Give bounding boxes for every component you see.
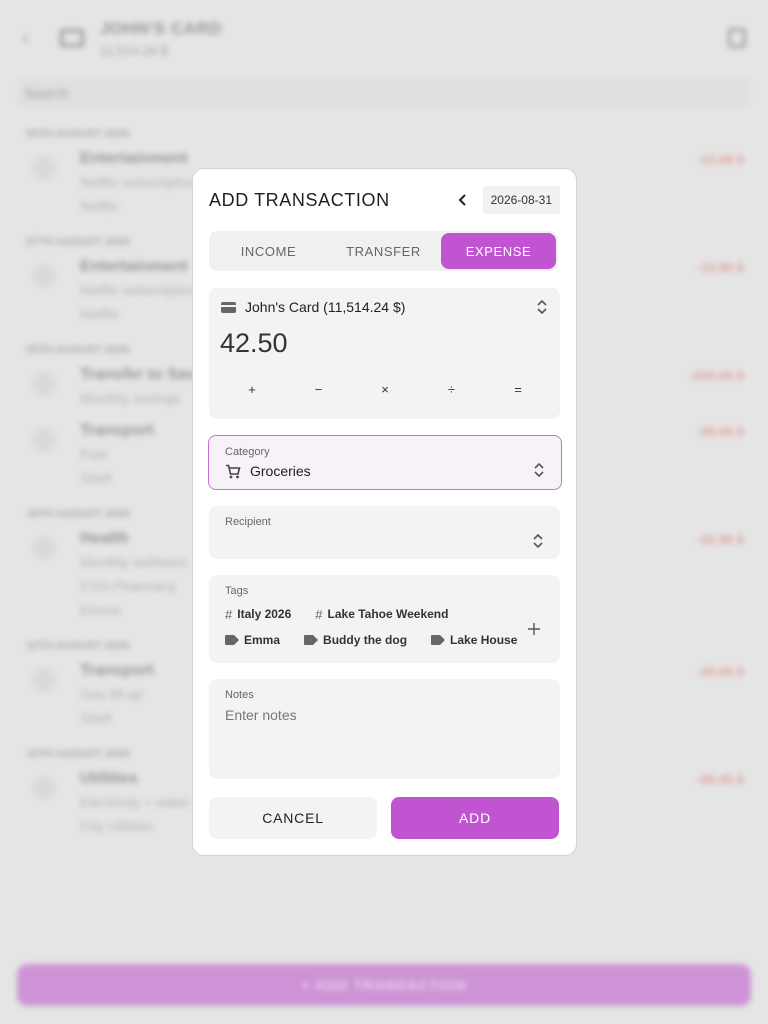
label-icon <box>431 635 446 645</box>
dialog-title: ADD TRANSACTION <box>209 189 390 210</box>
date-picker-button[interactable]: 2026-08-31 <box>482 186 560 214</box>
tag-label: Lake Tahoe Weekend <box>327 607 449 621</box>
notes-field: Notes <box>209 679 560 779</box>
add-transaction-dialog: ADD TRANSACTION 2026-08-31 INCOME TRANSF… <box>192 168 577 856</box>
tag-chip[interactable]: # Italy 2026 <box>225 604 291 624</box>
account-select[interactable]: John's Card (11,514.24 $) <box>221 299 548 315</box>
label-icon <box>304 635 319 645</box>
tag-label: Emma <box>244 633 281 647</box>
plus-operator-button[interactable]: + <box>227 377 277 401</box>
recipient-select[interactable]: Recipient <box>209 506 560 559</box>
hashtag-icon: # <box>315 606 323 622</box>
category-value: Groceries <box>250 463 311 479</box>
category-label: Category <box>225 446 270 458</box>
tag-label: Italy 2026 <box>237 607 292 621</box>
tags-field: Tags # Italy 2026 # Lake Tahoe Weekend Emm… <box>209 575 560 663</box>
tab-expense[interactable]: EXPENSE <box>441 233 556 269</box>
transaction-type-tabs: INCOME TRANSFER EXPENSE <box>209 231 558 271</box>
plus-icon <box>528 623 540 635</box>
unfold-icon <box>533 533 543 549</box>
equals-operator-button[interactable]: = <box>493 377 543 401</box>
add-button[interactable]: ADD <box>391 797 559 839</box>
tags-label: Tags <box>225 585 249 597</box>
cancel-button[interactable]: CANCEL <box>209 797 377 839</box>
previous-day-button[interactable] <box>451 188 475 212</box>
amount-panel: John's Card (11,514.24 $) + − × ÷ = <box>209 288 560 419</box>
tag-chip[interactable]: # Lake Tahoe Weekend <box>315 604 448 624</box>
recipient-label: Recipient <box>225 516 271 528</box>
tag-chip[interactable]: Lake House <box>431 630 517 650</box>
cart-icon <box>226 464 241 478</box>
minus-operator-button[interactable]: − <box>294 377 344 401</box>
chevron-left-icon <box>458 194 466 206</box>
hashtag-icon: # <box>225 606 233 622</box>
account-select-value: John's Card (11,514.24 $) <box>245 299 406 315</box>
notes-input[interactable] <box>225 707 545 767</box>
tab-transfer[interactable]: TRANSFER <box>326 233 441 269</box>
add-tag-button[interactable] <box>524 619 544 639</box>
notes-label: Notes <box>225 689 254 701</box>
amount-input[interactable] <box>220 328 520 359</box>
tag-label: Buddy the dog <box>323 633 408 647</box>
tag-label: Lake House <box>450 633 518 647</box>
label-icon <box>225 635 239 645</box>
unfold-icon <box>537 299 547 315</box>
category-select[interactable]: Category Groceries <box>208 435 562 490</box>
divide-operator-button[interactable]: ÷ <box>427 377 477 401</box>
tag-chip[interactable]: Emma <box>225 630 280 650</box>
multiply-operator-button[interactable]: × <box>360 377 410 401</box>
unfold-icon <box>534 462 544 478</box>
tag-chip[interactable]: Buddy the dog <box>304 630 407 650</box>
tab-income[interactable]: INCOME <box>211 233 326 269</box>
calculator-operators: + − × ÷ = <box>219 377 551 401</box>
credit-card-icon <box>221 301 236 313</box>
